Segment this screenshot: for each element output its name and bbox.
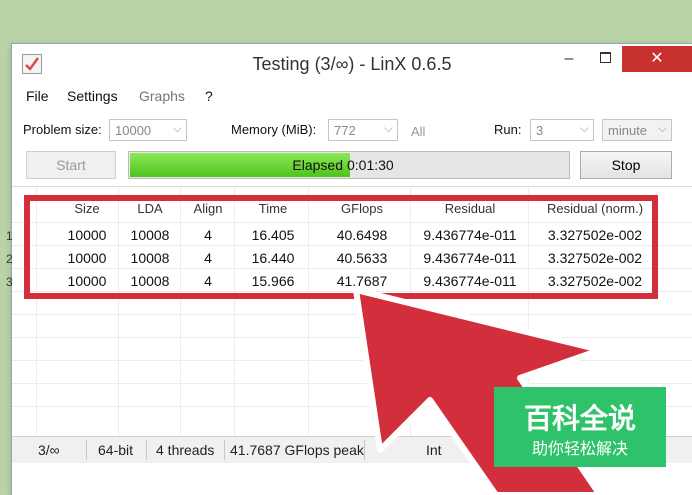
watermark-subtitle: 助你轻松解决 (531, 439, 628, 458)
watermark-logo: 百科全说 助你轻松解决 (494, 387, 666, 467)
watermark-title: 百科全说 (523, 402, 636, 435)
